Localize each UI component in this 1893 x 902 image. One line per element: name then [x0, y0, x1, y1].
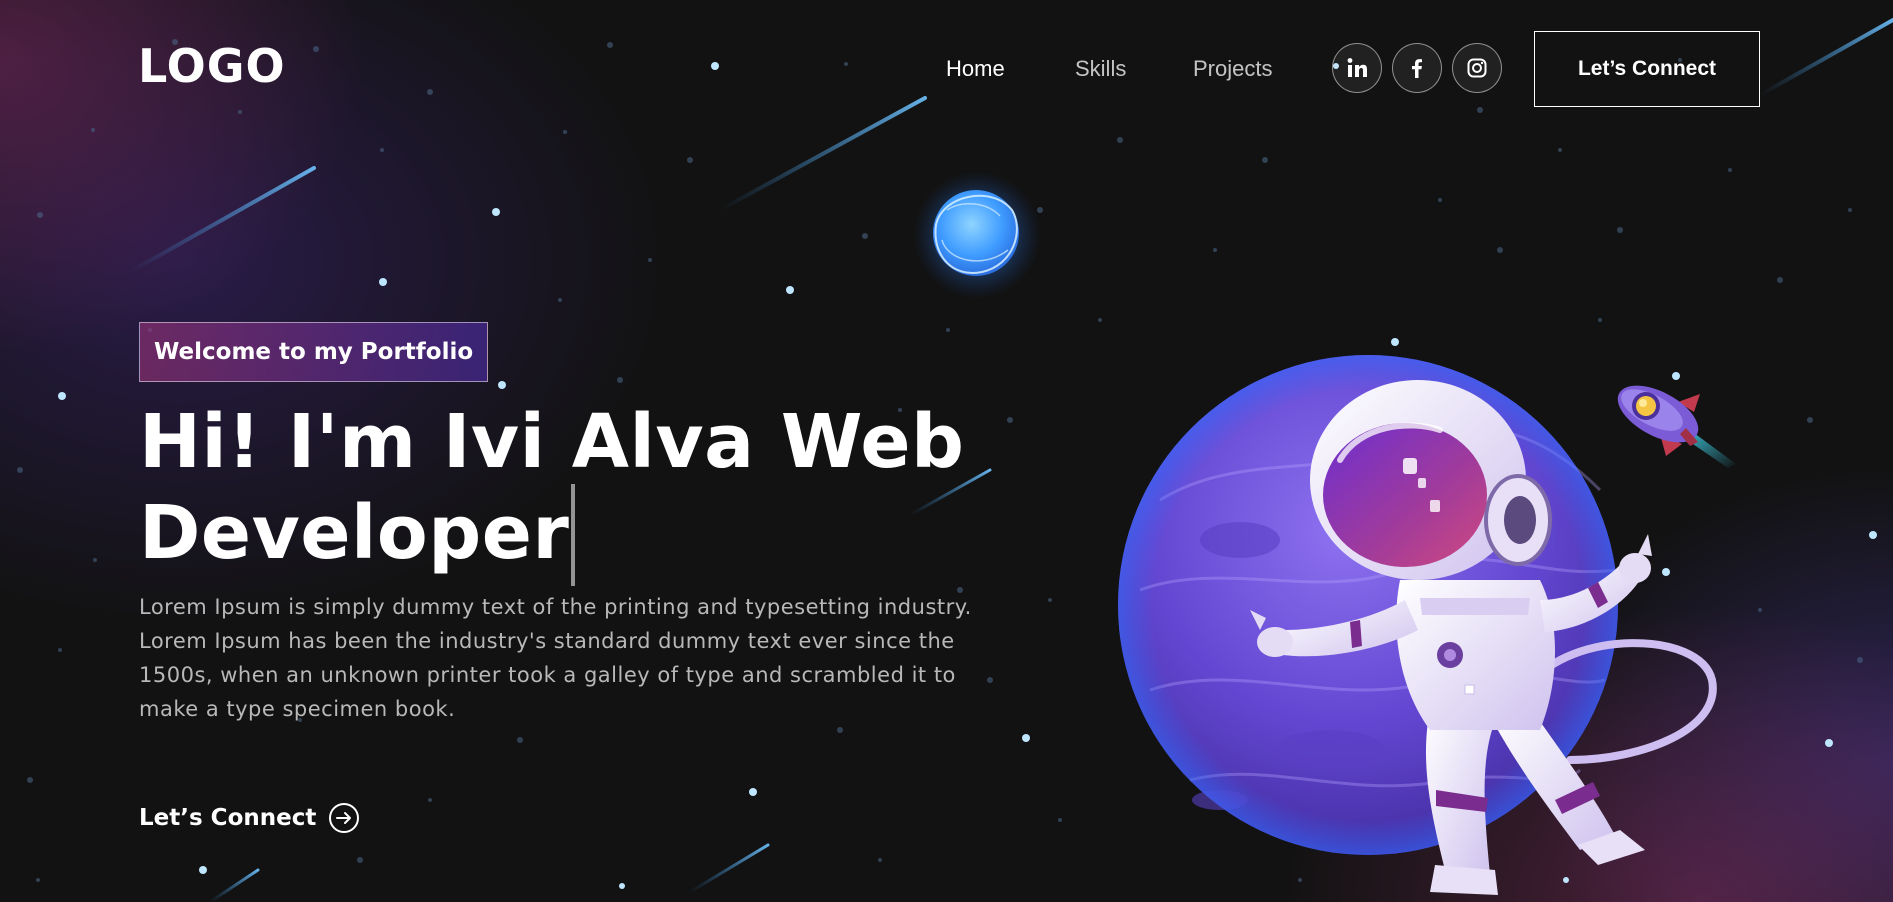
glowing-planet-graphic — [913, 171, 1041, 299]
hero-connect-link[interactable]: Let’s Connect — [139, 800, 360, 836]
nav-link-projects[interactable]: Projects — [1193, 55, 1272, 83]
instagram-link[interactable] — [1452, 43, 1502, 93]
tagline-badge: Welcome to my Portfolio — [139, 322, 489, 382]
nav-link-skills[interactable]: Skills — [1075, 55, 1126, 83]
typing-cursor — [571, 484, 576, 586]
headline-line-1: Hi! I'm Ivi Alva Web — [139, 399, 965, 485]
hero-description: Lorem Ipsum is simply dummy text of the … — [139, 595, 972, 721]
instagram-icon — [1467, 58, 1487, 78]
arrow-right-circle-icon — [329, 803, 360, 833]
facebook-icon — [1412, 59, 1422, 78]
hero-connect-label: Let’s Connect — [139, 805, 317, 831]
nav-link-home[interactable]: Home — [946, 55, 1005, 83]
astronaut-planet-illustration — [1118, 355, 1717, 895]
portfolio-page: LOGO Home Skills Projects Let’s Connect — [0, 0, 1893, 902]
headline-line-2: Developer — [139, 490, 570, 576]
linkedin-icon — [1347, 58, 1367, 77]
hero-headline: Hi! I'm Ivi Alva Web Developer — [139, 400, 979, 586]
lets-connect-button[interactable]: Let’s Connect — [1534, 31, 1760, 107]
logo[interactable]: LOGO — [138, 40, 286, 92]
facebook-link[interactable] — [1392, 43, 1442, 93]
linkedin-link[interactable] — [1332, 43, 1382, 93]
navbar: LOGO Home Skills Projects Let’s Connect — [0, 0, 1893, 140]
